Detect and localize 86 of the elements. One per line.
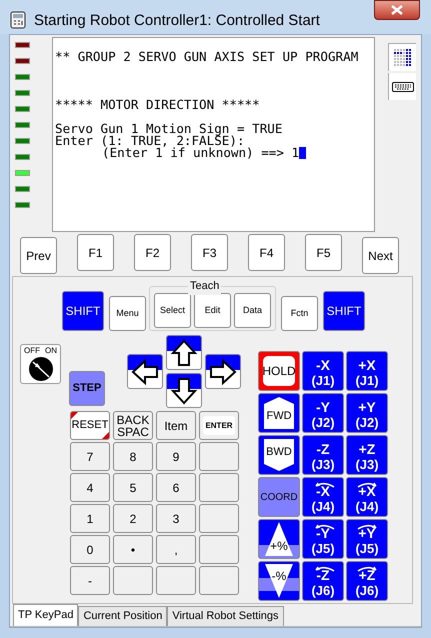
speed-up-key[interactable]: +% [258,519,300,559]
arrow-icon [170,338,198,366]
function-key[interactable]: F1 [77,234,114,271]
keypad-key[interactable]: - [70,566,110,595]
teach-label: Teach [188,278,222,294]
tab[interactable]: Virtual Robot Settings [167,606,284,626]
jog-key[interactable]: +X (J1) [346,351,388,391]
window-title: Starting Robot Controller1: Controlled Start [34,11,320,31]
down-arrow-key[interactable] [166,373,202,408]
up-arrow-key[interactable] [166,335,202,370]
page-key[interactable]: Next [362,237,399,274]
reset-key[interactable]: RESET [70,411,110,440]
blank-key[interactable] [156,566,196,595]
step-key[interactable]: STEP [69,371,105,406]
blank-key[interactable] [199,473,239,502]
blank-key[interactable] [199,504,239,533]
close-button[interactable] [374,0,420,20]
backward-key[interactable]: BWD [258,435,300,475]
jog-key[interactable]: -Y (J2) [302,393,344,433]
on-label: ON [45,345,57,357]
function-key[interactable]: F3 [191,234,228,271]
blank-key[interactable] [199,566,239,595]
enter-key[interactable]: ENTER [199,411,239,440]
coord-key[interactable]: COORD [258,477,300,517]
keypad-key[interactable]: 3 [156,504,196,533]
teach-key[interactable]: Edit [194,293,231,328]
keypad-key[interactable]: 1 [70,504,110,533]
jog-key[interactable]: -X (J1) [302,351,344,391]
close-icon [391,5,403,15]
teach-key[interactable]: Select [154,293,191,328]
keypad-key[interactable]: 8 [113,442,153,471]
keypad-key[interactable]: BACK SPAC [113,411,153,440]
screen-text-line: (Enter 1 if unknown) ==> 1 [102,147,300,159]
blank-key[interactable] [113,566,153,595]
jog-key[interactable]: -Z (J6) [302,561,344,601]
hold-key[interactable]: HOLD [258,351,300,391]
keypad-key[interactable]: 0 [70,535,110,564]
page-key[interactable]: Prev [20,237,57,274]
function-key[interactable]: F2 [134,234,171,271]
jog-key[interactable]: -Z (J3) [302,435,344,475]
jog-key[interactable]: +Z (J3) [346,435,388,475]
teach-key[interactable]: Data [234,293,271,328]
text-cursor [299,147,306,159]
left-arrow-key[interactable] [127,354,163,389]
app-icon [10,11,26,29]
function-key[interactable]: F5 [305,234,342,271]
right-arrow-key[interactable] [205,354,241,389]
arrow-icon [131,358,159,386]
off-label: OFF [24,345,40,357]
jog-key[interactable]: -X (J4) [302,477,344,517]
arrow-icon [170,376,198,404]
keypad-key[interactable]: 7 [70,442,110,471]
menu-key[interactable]: Menu [109,296,146,331]
keypad-key[interactable]: , [156,535,196,564]
keyboard-view-button[interactable] [388,73,416,100]
forward-key[interactable]: FWD [258,393,300,433]
keypad-key[interactable]: 6 [156,473,196,502]
jog-key[interactable]: +Y (J2) [346,393,388,433]
screen-text-line: Servo Gun 1 Motion Sign = TRUE [55,123,282,135]
function-key[interactable]: F4 [248,234,285,271]
keypad-key[interactable]: Item [156,411,196,440]
shift-key[interactable]: SHIFT [62,291,104,331]
keypad-key[interactable]: 4 [70,473,110,502]
dot-matrix-view-button[interactable] [388,43,416,71]
tab[interactable]: Current Position [78,606,168,626]
arrow-icon [209,358,237,386]
screen-text-line: ** GROUP 2 SERVO GUN AXIS SET UP PROGRAM [55,51,358,63]
keypad-key[interactable]: 9 [156,442,196,471]
dot-matrix-icon [392,48,412,68]
jog-key[interactable]: +X (J4) [346,477,388,517]
mode-key-switch[interactable]: OFF ON [20,344,61,384]
speed-down-key[interactable]: -% [258,561,300,601]
keyboard-icon [392,82,414,92]
shift-key[interactable]: SHIFT [323,291,365,331]
screen-text-line: ***** MOTOR DIRECTION ***** [55,99,260,111]
keypad-key[interactable]: • [113,535,153,564]
tab[interactable]: TP KeyPad [13,604,78,626]
jog-key[interactable]: -Y (J5) [302,519,344,559]
menu-key[interactable]: Fctn [281,296,318,331]
blank-key[interactable] [199,442,239,471]
jog-key[interactable]: +Y (J5) [346,519,388,559]
keypad-key[interactable]: 2 [113,504,153,533]
blank-key[interactable] [199,535,239,564]
keypad-key[interactable]: 5 [113,473,153,502]
screen-text-line: Enter (1: TRUE, 2:FALSE): [55,135,245,147]
jog-key[interactable]: +Z (J6) [346,561,388,601]
